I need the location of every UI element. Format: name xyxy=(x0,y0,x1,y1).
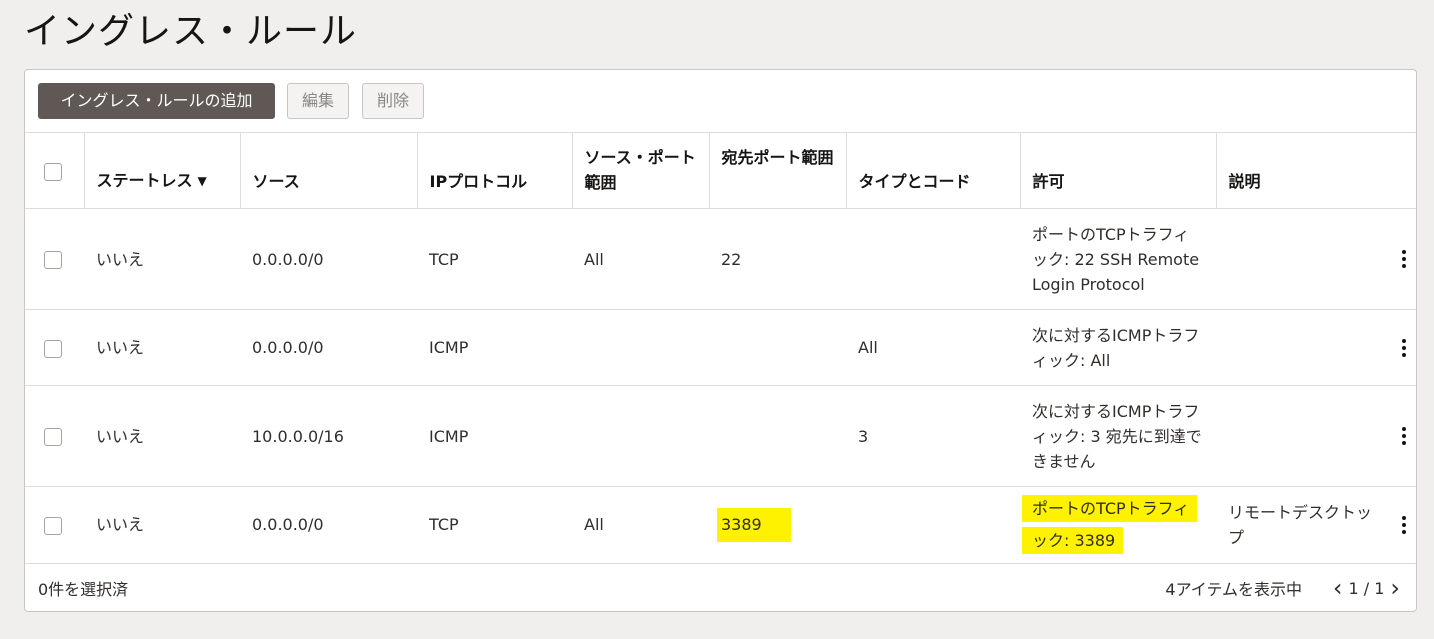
table-header-row: ステートレス ▼ ソース IPプロトコル ソース・ポート範囲 宛先ポート範囲 タイ… xyxy=(25,132,1416,209)
chevron-left-icon[interactable]: ‹ xyxy=(1327,575,1349,601)
row-checkbox[interactable] xyxy=(44,428,62,446)
cell-description: リモートデスクトップ xyxy=(1216,486,1392,563)
header-stateless[interactable]: ステートレス ▼ xyxy=(84,132,241,209)
chevron-right-icon[interactable]: › xyxy=(1384,575,1406,601)
highlighted-allows: ポートのTCPトラフィック: 3389 xyxy=(1022,494,1198,554)
row-checkbox[interactable] xyxy=(44,251,62,269)
table-row: いいえ 10.0.0.0/16 ICMP 3 次に対するICMPトラフィック: … xyxy=(25,385,1416,487)
items-shown-count: 4アイテムを表示中 xyxy=(1165,580,1302,599)
cell-source: 10.0.0.0/16 xyxy=(240,385,417,487)
cell-allows: ポートのTCPトラフィック: 22 SSH Remote Login Proto… xyxy=(1020,208,1216,310)
header-dest-port: 宛先ポート範囲 xyxy=(709,132,847,209)
ingress-rules-table: ステートレス ▼ ソース IPプロトコル ソース・ポート範囲 宛先ポート範囲 タイ… xyxy=(25,132,1416,563)
sort-caret-down-icon[interactable]: ▼ xyxy=(198,169,207,194)
table-row: いいえ 0.0.0.0/0 ICMP All 次に対するICMPトラフィック: … xyxy=(25,309,1416,386)
cell-type-code xyxy=(846,486,1020,563)
highlighted-dest-port: 3389 xyxy=(717,507,791,542)
row-select-cell xyxy=(25,385,84,487)
header-source: ソース xyxy=(240,132,418,209)
pagination: ‹ 1 / 1 › xyxy=(1327,574,1406,602)
cell-description xyxy=(1216,309,1392,386)
row-actions-cell xyxy=(1392,385,1416,487)
header-description: 説明 xyxy=(1216,132,1392,209)
row-select-cell xyxy=(25,309,84,386)
page-title: イングレス・ルール xyxy=(24,11,358,52)
kebab-menu-icon[interactable] xyxy=(1392,338,1416,357)
header-actions xyxy=(1392,132,1416,209)
delete-button[interactable]: 削除 xyxy=(362,83,424,119)
page-indicator: 1 / 1 xyxy=(1348,578,1385,598)
cell-type-code: 3 xyxy=(846,385,1020,487)
cell-dest-port: 22 xyxy=(709,208,846,310)
cell-stateless: いいえ xyxy=(84,208,240,310)
cell-source: 0.0.0.0/0 xyxy=(240,486,417,563)
header-stateless-label: ステートレス xyxy=(96,171,193,190)
header-ip-protocol: IPプロトコル xyxy=(417,132,573,209)
cell-type-code xyxy=(846,208,1020,310)
row-actions-cell xyxy=(1392,309,1416,386)
select-all-cell xyxy=(25,132,85,209)
cell-protocol: TCP xyxy=(417,486,572,563)
cell-stateless: いいえ xyxy=(84,309,240,386)
cell-protocol: ICMP xyxy=(417,309,572,386)
edit-button[interactable]: 編集 xyxy=(287,83,349,119)
header-source-port: ソース・ポート範囲 xyxy=(572,132,710,209)
cell-description xyxy=(1216,208,1392,310)
cell-protocol: TCP xyxy=(417,208,572,310)
row-select-cell xyxy=(25,486,84,563)
header-type-code: タイプとコード xyxy=(846,132,1021,209)
cell-source-port: All xyxy=(572,486,709,563)
row-actions-cell xyxy=(1392,208,1416,310)
row-actions-cell xyxy=(1392,486,1416,563)
ingress-rules-panel: イングレス・ルールの追加 編集 削除 ステートレス ▼ ソース IPプロトコル ソ… xyxy=(24,69,1417,612)
add-ingress-rule-button[interactable]: イングレス・ルールの追加 xyxy=(38,83,275,119)
kebab-menu-icon[interactable] xyxy=(1392,250,1416,268)
cell-source: 0.0.0.0/0 xyxy=(240,309,417,386)
cell-type-code: All xyxy=(846,309,1020,386)
cell-stateless: いいえ xyxy=(84,486,240,563)
cell-allows: ポートのTCPトラフィック: 3389 xyxy=(1020,486,1216,563)
cell-allows: 次に対するICMPトラフィック: 3 宛先に到達できません xyxy=(1020,385,1216,487)
select-all-checkbox[interactable] xyxy=(44,162,62,181)
table-row: いいえ 0.0.0.0/0 TCP All 22 ポートのTCPトラフィック: … xyxy=(25,208,1416,310)
cell-source-port xyxy=(572,309,709,386)
row-select-cell xyxy=(25,208,84,310)
cell-protocol: ICMP xyxy=(417,385,572,487)
table-row: いいえ 0.0.0.0/0 TCP All 3389 ポートのTCPトラフィック… xyxy=(25,486,1416,563)
header-allows: 許可 xyxy=(1020,132,1217,209)
cell-allows: 次に対するICMPトラフィック: All xyxy=(1020,309,1216,386)
kebab-menu-icon[interactable] xyxy=(1392,515,1416,534)
table-footer: 0件を選択済 4アイテムを表示中 ‹ 1 / 1 › xyxy=(25,563,1416,612)
row-checkbox[interactable] xyxy=(44,516,62,535)
kebab-menu-icon[interactable] xyxy=(1392,427,1416,445)
cell-source: 0.0.0.0/0 xyxy=(240,208,417,310)
cell-dest-port xyxy=(709,385,846,487)
row-checkbox[interactable] xyxy=(44,339,62,358)
cell-source-port xyxy=(572,385,709,487)
cell-stateless: いいえ xyxy=(84,385,240,487)
selected-count: 0件を選択済 xyxy=(38,580,129,599)
cell-dest-port xyxy=(709,309,846,386)
cell-source-port: All xyxy=(572,208,709,310)
cell-dest-port: 3389 xyxy=(709,486,846,563)
cell-description xyxy=(1216,385,1392,487)
